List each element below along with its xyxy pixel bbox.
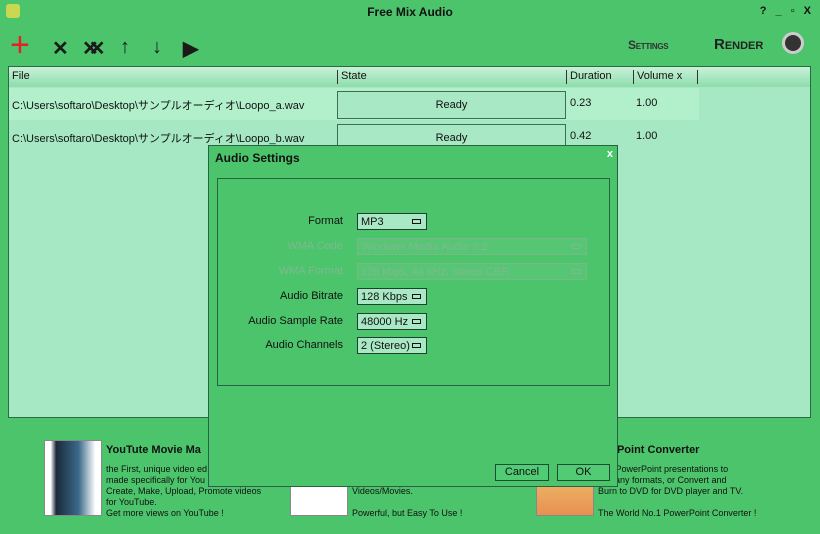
ad-line — [352, 497, 462, 508]
ad-line: Burn to DVD for DVD player and TV. — [598, 486, 744, 496]
volume: 1.00 — [636, 97, 658, 109]
column-volume[interactable]: Volume x — [633, 70, 698, 84]
dropdown-icon — [572, 244, 581, 249]
state-cell: Ready — [337, 91, 566, 119]
channels-select[interactable]: 2 (Stereo) — [357, 337, 427, 354]
ad-line: Get more views on YouTube ! — [106, 508, 224, 518]
duration: 0.42 — [570, 130, 592, 142]
select-value: Windows Media Audio 9.2 — [361, 241, 488, 253]
select-value: MP3 — [361, 216, 384, 228]
file-path: C:\Users\softaro\Desktop\サンプルオーディオ\Loopo… — [12, 133, 305, 145]
dropdown-icon — [572, 269, 581, 274]
ad-line: for YouTube. — [106, 497, 157, 507]
dialog-title: Audio Settings — [215, 151, 300, 165]
channels-label: Audio Channels — [265, 339, 343, 351]
remove-button[interactable]: ✕ — [52, 36, 69, 61]
film-reel-icon — [782, 32, 804, 54]
move-up-button[interactable]: ↑ — [120, 36, 130, 59]
volume: 1.00 — [636, 130, 658, 142]
ad-line: s of any formats, or Convert and — [598, 475, 727, 485]
dropdown-icon — [412, 294, 421, 299]
table-row[interactable]: C:\Users\softaro\Desktop\サンプルオーディオ\Loopo… — [9, 88, 699, 120]
ad-line: Create, Make, Upload, Promote videos — [106, 486, 262, 496]
wma-code-label: WMA Code — [287, 240, 343, 252]
select-value: 128 Kbps — [361, 291, 408, 303]
ad-title: YouTute Movie Ma — [106, 444, 201, 456]
wma-format-label: WMA Format — [278, 265, 343, 277]
move-down-button[interactable]: ↓ — [152, 36, 162, 59]
cancel-button[interactable]: Cancel — [495, 464, 549, 481]
dropdown-icon — [412, 343, 421, 348]
dropdown-icon — [412, 319, 421, 324]
product-box-image — [44, 440, 102, 516]
select-value: 48000 Hz — [361, 316, 409, 328]
sample-rate-label: Audio Sample Rate — [248, 315, 343, 327]
file-path: C:\Users\softaro\Desktop\サンプルオーディオ\Loopo… — [12, 100, 305, 112]
column-file[interactable]: File — [9, 70, 30, 84]
play-button[interactable]: ▶ — [183, 36, 198, 61]
column-duration[interactable]: Duration — [566, 70, 612, 84]
audio-settings-dialog: Audio Settings x Format MP3 WMA Code Win… — [208, 145, 618, 487]
dropdown-icon — [412, 219, 421, 224]
remove-all-button[interactable]: ✕✕ — [82, 36, 105, 61]
wma-code-select[interactable]: Windows Media Audio 9.2 — [357, 238, 587, 255]
ad-line: vert PowerPoint presentations to — [598, 464, 729, 474]
render-button[interactable]: Render — [714, 36, 763, 53]
column-state[interactable]: State — [337, 70, 367, 84]
add-file-button[interactable]: + — [10, 28, 30, 62]
title-bar: Free Mix Audio ? _ ▫ X — [0, 0, 820, 24]
window-title: Free Mix Audio — [367, 5, 453, 19]
settings-button[interactable]: Settings — [628, 38, 669, 52]
close-icon[interactable]: x — [607, 148, 613, 160]
wma-format-select[interactable]: 128 kbps, 44 kHz, stereo CBR — [357, 263, 587, 280]
format-label: Format — [308, 215, 343, 227]
format-select[interactable]: MP3 — [357, 213, 427, 230]
window-controls[interactable]: ? _ ▫ X — [760, 5, 814, 17]
table-header: File State Duration Volume x — [9, 67, 810, 87]
ad-line: Videos/Movies. — [352, 486, 413, 496]
bitrate-label: Audio Bitrate — [280, 290, 343, 302]
ok-button[interactable]: OK — [557, 464, 610, 481]
ad-line: The World No.1 PowerPoint Converter ! — [598, 508, 757, 518]
ad-line — [598, 497, 756, 508]
settings-group: Format MP3 WMA Code Windows Media Audio … — [217, 178, 610, 386]
select-value: 2 (Stereo) — [361, 340, 410, 352]
ad-line: Powerful, but Easy To Use ! — [352, 508, 463, 518]
sample-rate-select[interactable]: 48000 Hz — [357, 313, 427, 330]
duration: 0.23 — [570, 97, 592, 109]
ad-text: vert PowerPoint presentations to s of an… — [598, 464, 756, 519]
bitrate-select[interactable]: 128 Kbps — [357, 288, 427, 305]
ad-text: Videos/Movies. Powerful, but Easy To Use… — [352, 486, 462, 519]
select-value: 128 kbps, 44 kHz, stereo CBR — [361, 266, 509, 278]
